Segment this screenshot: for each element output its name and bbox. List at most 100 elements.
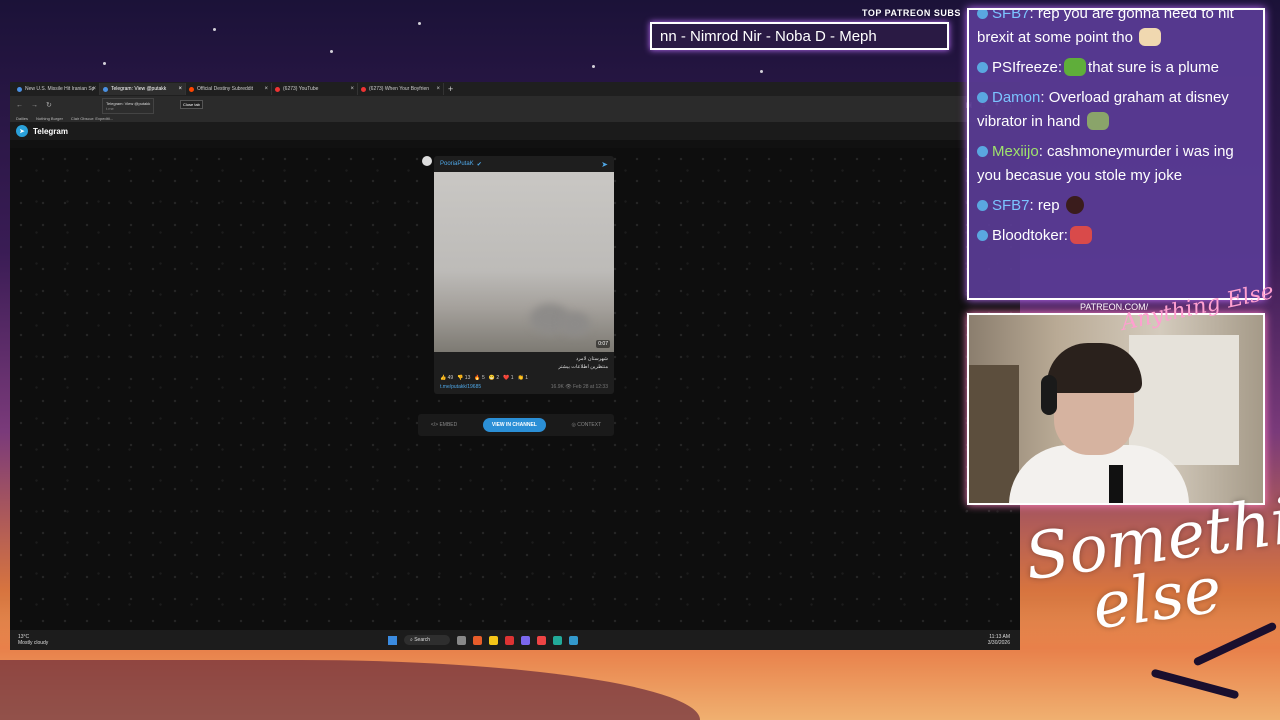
tab-tooltip: Telegram: View @putakk t.me [102,98,155,114]
address-bar: ← → ↻ ▣ ☆ ● ⋮ [10,96,1020,114]
smoke-plume [560,312,590,336]
screen-share: New U.S. Missile Hit Iranian Sp × Telegra… [10,82,1020,650]
microphone-icon [1109,465,1123,503]
view-in-channel-button[interactable]: VIEW IN CHANNEL [482,418,546,432]
close-icon[interactable]: × [92,86,96,92]
pepe-emote-icon [1064,58,1087,76]
file-explorer-icon[interactable] [489,635,499,645]
taskbar-apps: ⌕ Search [388,635,579,645]
bookmark-clair-obscur[interactable]: Clair Obscur: Expediti... [71,116,113,121]
telegram-logo-icon: ➤ [16,125,28,137]
telegram-title[interactable]: Telegram [33,127,68,136]
reaction[interactable]: 👏 1 [518,375,528,381]
telegram-header: ➤ Telegram [10,122,1020,140]
close-icon[interactable]: × [436,86,440,92]
chat-username: Mexiijo [992,143,1039,160]
post-link[interactable]: t.me/putakk/19685 [440,384,481,390]
tab-favicon [189,86,194,92]
tab-youtube[interactable]: (6273) YouTube × [272,83,358,95]
system-clock[interactable]: 11:13 AM 3/30/2026 [988,634,1020,646]
chat-message: Bloodtoker: [977,224,1255,248]
chat-text: that sure is a plume [1088,59,1219,76]
edge-icon[interactable] [569,635,579,645]
close-icon[interactable]: × [264,86,268,92]
close-icon[interactable]: × [350,86,354,92]
new-tab-button[interactable]: + [448,84,453,94]
emote-icon [1086,112,1109,130]
chat-panel: SFB7: rep you are gonna need to hit brex… [967,8,1265,300]
tab-favicon [361,86,366,92]
context-button[interactable]: ◎ CONTEXT [572,422,602,428]
post-caption: شهرستان لامرد منتظرین اطلاعات بیشتر [558,356,608,370]
top-patreon-subs-label: TOP PATREON SUBS [862,8,961,18]
chat-message: SFB7: rep you are gonna need to hit brex… [977,8,1255,50]
chat-message: Mexiijo: cashmoneymurder i was ing you b… [977,143,1234,184]
chat-badge-icon [977,230,988,241]
tab-telegram[interactable]: Telegram: View @putakk × [100,83,186,95]
chat-username: Bloodtoker [992,227,1064,244]
tab-destiny-subreddit[interactable]: Official Destiny Subreddit × [186,83,272,95]
reaction[interactable]: 😁 2 [489,375,499,381]
chat-message: Damon: Overload graham at disney vibrato… [977,89,1229,130]
embed-button[interactable]: </> EMBED [431,422,457,428]
chat-username: SFB7 [992,8,1030,22]
close-tab-tooltip: Close tab [180,100,203,109]
back-icon[interactable]: ← [16,102,23,109]
headset-icon [1041,375,1057,415]
close-icon[interactable]: × [178,86,182,92]
telegram-post: PooriaPutaK ✔ ➤ 0:07 شهرستان لامرد منتظر… [434,156,614,394]
telegram-send-icon[interactable]: ➤ [601,160,608,169]
verified-icon: ✔ [476,161,482,168]
video-player[interactable]: 0:07 [434,172,614,352]
video-duration: 0:07 [596,340,610,348]
reaction[interactable]: ❤️ 1 [503,375,513,381]
emote-icon [1139,28,1162,46]
discord-icon[interactable] [521,635,531,645]
chat-username: PSIfreeze [992,59,1058,76]
post-meta: 16.9K 👁 Feb 28 at 12:33 [550,384,608,390]
chat-username: SFB7 [992,197,1030,214]
browser-tabstrip: New U.S. Missile Hit Iranian Sp × Telegra… [10,82,1020,96]
emote-icon [1065,196,1084,214]
tab-favicon [275,86,280,92]
chat-badge-icon [977,10,988,19]
forward-icon[interactable]: → [31,102,38,109]
windows-start-icon[interactable] [388,635,397,645]
reload-icon[interactable]: ↻ [46,101,52,109]
channel-avatar [422,156,432,166]
channel-name[interactable]: PooriaPutaK [440,161,474,167]
chat-badge-icon [977,200,988,211]
app-icon[interactable] [505,635,515,645]
streamer-hair [1047,343,1142,393]
chat-username: Damon [992,89,1041,106]
tab-youtube-boyfriend[interactable]: (6273) When Your Boyfrien × [358,83,444,95]
chat-message: PSIfreeze: that sure is a plume [977,56,1255,80]
reaction[interactable]: 🔥 5 [474,375,484,381]
telegram-body: PooriaPutaK ✔ ➤ 0:07 شهرستان لامرد منتظر… [10,148,1020,630]
app-icon[interactable] [553,635,563,645]
chat-badge-icon [977,92,988,103]
emote-icon [1069,226,1092,244]
chat-badge-icon [977,146,988,157]
windows-taskbar: 13°C Mostly cloudy ⌕ Search 11:13 AM 3/3… [10,630,1020,650]
tab-missile-news[interactable]: New U.S. Missile Hit Iranian Sp × [14,83,100,95]
bookmark-dailies[interactable]: Dailies [16,116,28,121]
taskbar-search[interactable]: ⌕ Search [404,635,451,645]
background-dresser [1129,335,1239,465]
chat-message: SFB7: rep [977,194,1255,218]
weather-widget[interactable]: 13°C Mostly cloudy [10,634,70,646]
post-footer: t.me/putakk/19685 16.9K 👁 Feb 28 at 12:3… [434,381,614,394]
chat-text: rep [1037,197,1060,214]
reaction[interactable]: 👎 13 [457,375,470,381]
post-actions: </> EMBED VIEW IN CHANNEL ◎ CONTEXT [418,414,614,436]
tab-favicon [17,86,22,92]
bookmark-nothing-burger[interactable]: Nothing Burger [36,116,63,121]
post-header: PooriaPutaK ✔ ➤ [434,156,614,172]
reaction[interactable]: 👍 49 [440,375,453,381]
patreon-subs-ticker: nn - Nimrod Nir - Noba D - Meph [650,22,949,50]
chrome-icon[interactable] [537,635,547,645]
app-icon[interactable] [473,635,483,645]
task-view-icon[interactable] [457,635,467,645]
tab-favicon [103,86,108,92]
chat-badge-icon [977,62,988,73]
